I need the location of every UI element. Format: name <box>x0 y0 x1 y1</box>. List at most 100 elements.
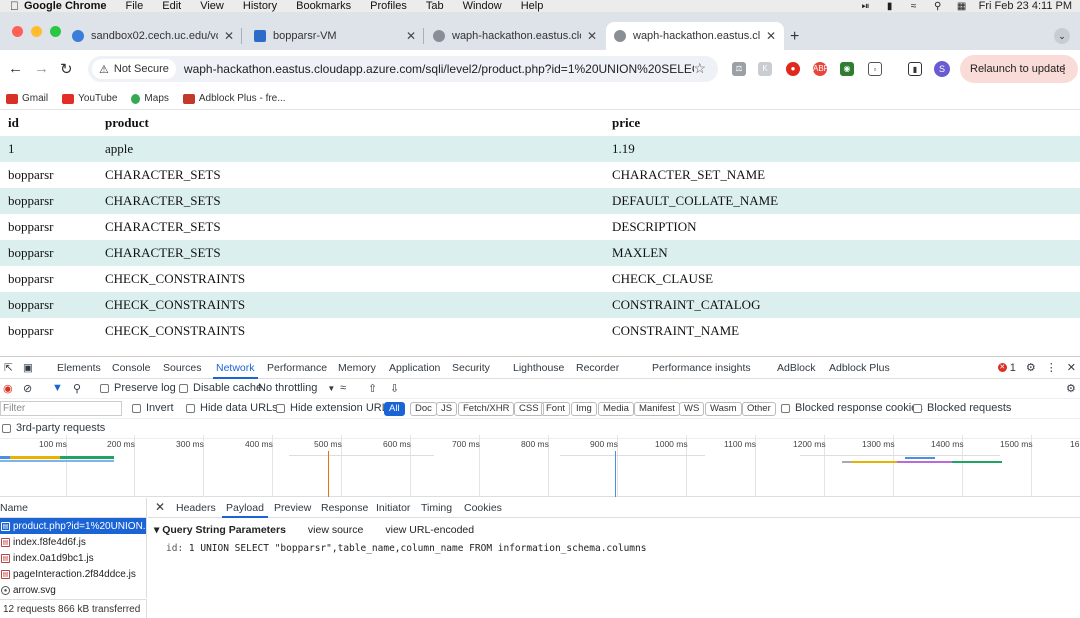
tab-preview[interactable]: Preview <box>274 502 311 514</box>
tab-console[interactable]: Console <box>112 362 151 374</box>
upload-icon[interactable]: ⇧ <box>368 382 377 395</box>
new-tab-button[interactable]: + <box>790 28 799 46</box>
close-icon[interactable]: ✕ <box>1067 361 1076 374</box>
search-icon[interactable]: ⚲ <box>931 1 945 12</box>
checkbox[interactable] <box>100 383 109 393</box>
error-counter[interactable]: ✕ 1 <box>997 362 1016 374</box>
tab-payload[interactable]: Payload <box>222 502 268 518</box>
play-icon[interactable]: ⏯ <box>859 1 873 12</box>
filter-type-media[interactable]: Media <box>598 402 634 416</box>
tab-adblock[interactable]: AdBlock <box>777 362 816 374</box>
checkbox[interactable] <box>132 403 141 413</box>
checkbox[interactable] <box>913 403 922 413</box>
menu-help[interactable]: Help <box>521 0 544 12</box>
side-panel-icon[interactable]: ▮ <box>908 62 922 76</box>
reload-button[interactable]: ↻ <box>60 60 73 78</box>
tab-search-button[interactable]: ⌄ <box>1054 28 1070 44</box>
requests-column-header[interactable]: Name <box>0 498 147 518</box>
tab-cookies[interactable]: Cookies <box>464 502 502 514</box>
filter-type-font[interactable]: Font <box>541 402 571 416</box>
filter-type-doc[interactable]: Doc <box>410 402 437 416</box>
disable-cache-checkbox[interactable]: Disable cache <box>179 382 262 394</box>
throttling-select[interactable]: No throttling ▼ <box>258 382 335 394</box>
request-row[interactable]: ▤ pageInteraction.2f84ddce.js <box>0 566 146 582</box>
close-icon[interactable]: ✕ <box>224 29 234 43</box>
tab-performance[interactable]: Performance <box>267 362 327 374</box>
shield-extension-icon[interactable]: ● <box>786 62 800 76</box>
blocked-response-cookies-checkbox[interactable]: Blocked response cookies <box>781 402 923 414</box>
kebab-menu-icon[interactable]: ⋮ <box>1046 361 1057 374</box>
query-string-toggle[interactable]: ▾ Query String Parameters <box>154 524 286 536</box>
network-conditions-icon[interactable]: ≈ <box>340 382 346 394</box>
gear-icon[interactable]: ⚙ <box>1066 382 1076 395</box>
url-text[interactable]: waph-hackathon.eastus.cloudapp.azure.com… <box>184 62 694 76</box>
inspect-element-icon[interactable]: ⇱ <box>4 362 13 374</box>
wifi-icon[interactable]: ≈ <box>907 1 921 12</box>
preserve-log-checkbox[interactable]: Preserve log <box>100 382 176 394</box>
device-toolbar-icon[interactable]: ▣ <box>23 362 33 374</box>
filter-type-css[interactable]: CSS <box>514 402 544 416</box>
tab-elements[interactable]: Elements <box>57 362 101 374</box>
filter-type-img[interactable]: Img <box>571 402 597 416</box>
tab-headers[interactable]: Headers <box>176 502 216 514</box>
menu-view[interactable]: View <box>200 0 224 12</box>
menu-profiles[interactable]: Profiles <box>370 0 407 12</box>
security-chip[interactable]: ⚠ Not Secure <box>92 59 176 79</box>
checkbox[interactable] <box>2 423 11 433</box>
close-icon[interactable]: ✕ <box>587 29 597 43</box>
filter-type-other[interactable]: Other <box>742 402 776 416</box>
clear-icon[interactable]: ⊘ <box>23 382 32 395</box>
tab-memory[interactable]: Memory <box>338 362 376 374</box>
request-row[interactable]: ▤ index.0a1d9bc1.js <box>0 550 146 566</box>
request-row[interactable]: ● arrow.svg <box>0 582 146 598</box>
checkbox[interactable] <box>179 383 188 393</box>
extension-icon[interactable]: ◉ <box>840 62 854 76</box>
tab-sources[interactable]: Sources <box>163 362 202 374</box>
kebab-menu-icon[interactable]: ⋮ <box>1058 62 1070 76</box>
extension-icon[interactable]: K <box>758 62 772 76</box>
tab-timing[interactable]: Timing <box>421 502 452 514</box>
hide-extension-urls-checkbox[interactable]: Hide extension URLs <box>276 402 393 414</box>
battery-icon[interactable]: ▮ <box>883 1 897 12</box>
profile-avatar[interactable]: S <box>934 61 950 77</box>
bookmark-star-icon[interactable]: ☆ <box>693 60 706 77</box>
filter-type-manifest[interactable]: Manifest <box>634 402 680 416</box>
bookmark-youtube[interactable]: YouTube <box>62 93 117 104</box>
puzzle-icon[interactable]: ▫ <box>868 62 882 76</box>
download-icon[interactable]: ⇩ <box>390 382 399 395</box>
filter-type-js[interactable]: JS <box>436 402 458 416</box>
filter-icon[interactable]: ▼ <box>52 382 63 394</box>
filter-type-wasm[interactable]: Wasm <box>705 402 742 416</box>
hide-data-urls-checkbox[interactable]: Hide data URLs <box>186 402 278 414</box>
back-button[interactable]: ← <box>8 60 23 77</box>
view-source-link[interactable]: view source <box>308 524 363 536</box>
menu-history[interactable]: History <box>243 0 277 12</box>
filter-type-ws[interactable]: WS <box>679 402 705 416</box>
request-row[interactable]: ▤ index.f8fe4d6f.js <box>0 534 146 550</box>
tab-network[interactable]: Network <box>213 362 257 379</box>
record-stop-icon[interactable]: ◉ <box>3 382 13 395</box>
minimize-window-button[interactable] <box>31 26 42 37</box>
close-window-button[interactable] <box>12 26 23 37</box>
adblock-icon[interactable]: ABP <box>813 62 829 76</box>
menu-bookmarks[interactable]: Bookmarks <box>296 0 351 12</box>
bookmark-adblock-plus[interactable]: Adblock Plus - fre... <box>182 93 286 104</box>
network-overview-timeline[interactable]: 100 ms 200 ms 300 ms 400 ms 500 ms 600 m… <box>0 435 1080 497</box>
menu-app-name[interactable]: Google Chrome <box>24 0 107 12</box>
filter-type-fetch-xhr[interactable]: Fetch/XHR <box>458 402 515 416</box>
browser-tab-3[interactable]: waph-hackathon.eastus.clou ✕ <box>425 22 605 50</box>
browser-tab-2[interactable]: bopparsr-VM ✕ <box>246 22 424 50</box>
invert-checkbox[interactable]: Invert <box>132 402 174 414</box>
bookmark-maps[interactable]: Maps <box>131 93 169 104</box>
close-icon[interactable]: ✕ <box>155 500 165 514</box>
close-icon[interactable]: ✕ <box>406 29 416 43</box>
tab-response[interactable]: Response <box>321 502 368 514</box>
third-party-checkbox[interactable]: 3rd-party requests <box>2 422 105 434</box>
browser-tab-active[interactable]: waph-hackathon.eastus.clou ✕ <box>606 22 784 50</box>
menu-tab[interactable]: Tab <box>426 0 444 12</box>
extension-icon[interactable]: ⚖ <box>732 62 746 76</box>
filter-input[interactable]: Filter <box>0 401 122 416</box>
checkbox[interactable] <box>781 403 790 413</box>
zoom-window-button[interactable] <box>50 26 61 37</box>
tab-initiator[interactable]: Initiator <box>376 502 410 514</box>
